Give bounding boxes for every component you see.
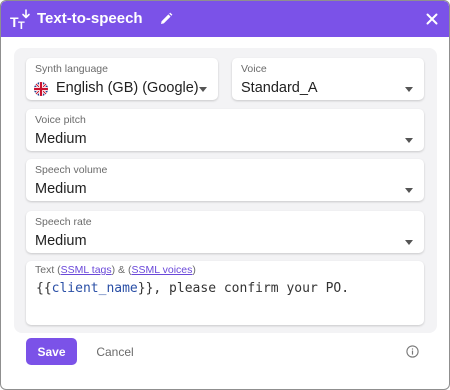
text-label-suffix: ) xyxy=(192,264,196,276)
synth-language-value: English (GB) (Google) xyxy=(56,80,199,96)
chevron-down-icon xyxy=(405,188,413,193)
speech-volume-select[interactable]: Speech volume Medium xyxy=(26,159,424,201)
dialog-header: T T Text-to-speech xyxy=(1,1,449,37)
save-button[interactable]: Save xyxy=(26,338,77,365)
synth-language-select[interactable]: Synth language English (GB) (Google) xyxy=(26,58,218,100)
text-label-middle: ) & ( xyxy=(111,264,132,276)
speech-rate-label: Speech rate xyxy=(35,216,92,228)
text-label-prefix: Text ( xyxy=(35,264,61,276)
text-to-speech-dialog: T T Text-to-speech Synth language Englis… xyxy=(0,0,450,390)
text-content[interactable]: {{client_name}}, please confirm your PO. xyxy=(36,281,349,297)
close-icon[interactable] xyxy=(424,11,440,27)
voice-value: Standard_A xyxy=(241,80,318,96)
cancel-button[interactable]: Cancel xyxy=(89,338,141,365)
ssml-voices-link[interactable]: SSML voices xyxy=(131,264,192,276)
voice-label: Voice xyxy=(241,63,267,75)
dialog-title: Text-to-speech xyxy=(37,10,143,27)
synth-language-label: Synth language xyxy=(35,63,108,75)
info-icon[interactable] xyxy=(406,345,419,358)
chevron-down-icon xyxy=(199,87,207,92)
chevron-down-icon xyxy=(405,87,413,92)
voice-pitch-select[interactable]: Voice pitch Medium xyxy=(26,109,424,151)
chevron-down-icon xyxy=(405,138,413,143)
speech-volume-value: Medium xyxy=(35,181,87,197)
uk-flag-icon xyxy=(34,82,48,96)
text-label: Text (SSML tags) & (SSML voices) xyxy=(35,264,196,276)
chevron-down-icon xyxy=(405,240,413,245)
ssml-tags-link[interactable]: SSML tags xyxy=(61,264,112,276)
speech-rate-select[interactable]: Speech rate Medium xyxy=(26,211,424,253)
pencil-icon[interactable] xyxy=(159,12,173,26)
speech-volume-label: Speech volume xyxy=(35,164,108,176)
text-to-speech-icon: T T xyxy=(10,9,30,30)
voice-pitch-value: Medium xyxy=(35,131,87,147)
text-rest: , please confirm your PO. xyxy=(153,281,350,296)
speech-rate-value: Medium xyxy=(35,233,87,249)
text-input[interactable]: Text (SSML tags) & (SSML voices) {{clien… xyxy=(26,261,424,325)
open-braces: {{ xyxy=(36,281,52,296)
svg-text:T: T xyxy=(18,20,25,30)
voice-pitch-label: Voice pitch xyxy=(35,114,86,126)
voice-select[interactable]: Voice Standard_A xyxy=(232,58,424,100)
client-name-variable: client_name xyxy=(51,281,138,296)
close-braces: }} xyxy=(137,281,154,296)
